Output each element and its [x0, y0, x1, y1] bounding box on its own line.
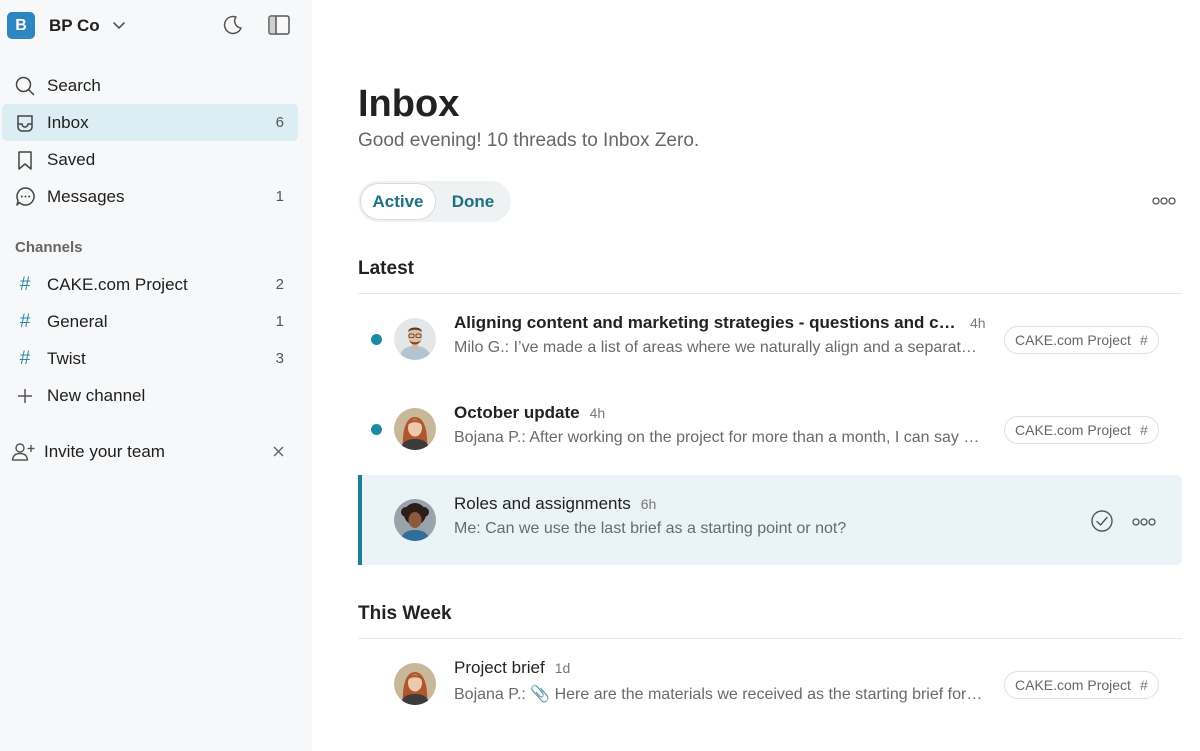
channel-tag[interactable]: CAKE.com Project # [1004, 416, 1159, 444]
nav-label: Search [47, 75, 101, 95]
thread-snippet: Milo G.: I’ve made a list of areas where… [454, 339, 984, 356]
tab-done[interactable]: Done [438, 184, 508, 219]
thread-title: Aligning content and marketing strategie… [454, 313, 960, 332]
nav-saved[interactable]: Saved [2, 141, 298, 178]
nav-count: 6 [275, 114, 284, 131]
nav-label: Inbox [47, 112, 89, 132]
hash-icon: # [1139, 422, 1148, 438]
channel-tag[interactable]: CAKE.com Project # [1004, 671, 1159, 699]
thread-row[interactable]: Project brief 1d Bojana P.: 📎 Here are t… [358, 639, 1182, 729]
thread-time: 6h [640, 496, 657, 512]
thread-row-selected[interactable]: Roles and assignments 6h Me: Can we use … [358, 475, 1182, 565]
hash-icon: # [1139, 677, 1148, 693]
avatar [394, 318, 436, 360]
channel-item-general[interactable]: # General 1 [2, 303, 298, 340]
channel-tag[interactable]: CAKE.com Project # [1004, 326, 1159, 354]
plus-icon [14, 385, 36, 407]
inbox-main: Inbox Good evening! 10 threads to Inbox … [312, 0, 1200, 751]
thread-title-row: Aligning content and marketing strategie… [454, 313, 986, 333]
check-circle-icon[interactable] [1090, 509, 1114, 533]
chevron-down-icon [112, 21, 126, 30]
close-icon[interactable] [260, 446, 296, 457]
hash-icon: # [19, 310, 31, 332]
channel-tag-label: CAKE.com Project [1015, 422, 1131, 438]
thread-title: Roles and assignments [454, 494, 631, 513]
nav-count: 1 [275, 188, 284, 205]
unread-dot [371, 334, 382, 345]
invite-label: Invite your team [44, 441, 165, 461]
moon-icon[interactable] [221, 13, 245, 37]
thread-row[interactable]: October update 4h Bojana P.: After worki… [358, 384, 1182, 474]
add-user-icon [11, 441, 35, 463]
group-header-this-week: This Week [358, 603, 452, 624]
thread-snippet: Bojana P.: After working on the project … [454, 429, 984, 446]
more-options-icon[interactable] [1152, 193, 1176, 209]
channel-label: General [47, 311, 108, 331]
nav-label: Messages [47, 186, 125, 206]
channel-count: 1 [275, 313, 284, 330]
new-channel-label: New channel [47, 385, 146, 405]
channel-item-cake[interactable]: # CAKE.com Project 2 [2, 266, 298, 303]
thread-time: 4h [589, 405, 606, 421]
avatar [394, 408, 436, 450]
page-title: Inbox [358, 83, 460, 125]
nav-search[interactable]: Search [2, 67, 298, 104]
channel-label: Twist [47, 348, 86, 368]
hash-icon: # [19, 347, 31, 369]
channel-count: 3 [275, 350, 284, 367]
thread-time: 1d [554, 660, 571, 676]
page-subtitle: Good evening! 10 threads to Inbox Zero. [358, 130, 700, 151]
workspace-switcher[interactable]: B BP Co [7, 12, 126, 39]
group-header-latest: Latest [358, 258, 414, 279]
bookmark-icon [14, 149, 36, 171]
channels-header[interactable]: Channels [15, 239, 83, 256]
chat-bubble-icon [14, 186, 36, 208]
channel-tag-label: CAKE.com Project [1015, 332, 1131, 348]
sidebar-toggle-icon[interactable] [267, 13, 291, 37]
thread-title: October update [454, 403, 580, 422]
channel-count: 2 [275, 276, 284, 293]
channel-item-twist[interactable]: # Twist 3 [2, 340, 298, 377]
inbox-icon [14, 112, 36, 134]
workspace-name: BP Co [49, 15, 100, 35]
tab-active[interactable]: Active [361, 184, 435, 219]
avatar [394, 499, 436, 541]
nav-label: Saved [47, 149, 96, 169]
avatar [394, 663, 436, 705]
invite-team-button[interactable]: Invite your team [0, 433, 296, 470]
hash-icon: # [19, 273, 31, 295]
thread-title-row: Roles and assignments 6h [454, 494, 656, 514]
thread-time: 4h [970, 315, 986, 331]
thread-snippet: Me: Can we use the last brief as a start… [454, 520, 847, 537]
channel-label: CAKE.com Project [47, 274, 188, 294]
sidebar: B BP Co Search Inbox 6 Saved Messages 1 … [0, 0, 312, 751]
nav-messages[interactable]: Messages 1 [2, 178, 298, 215]
thread-snippet: Bojana P.: 📎 Here are the materials we r… [454, 686, 984, 703]
nav-inbox[interactable]: Inbox 6 [2, 104, 298, 141]
channel-tag-label: CAKE.com Project [1015, 677, 1131, 693]
thread-title-row: October update 4h [454, 403, 605, 423]
unread-dot [371, 424, 382, 435]
workspace-avatar: B [7, 12, 35, 39]
thread-title: Project brief [454, 658, 545, 677]
new-channel-button[interactable]: New channel [2, 377, 298, 414]
search-icon [14, 75, 36, 97]
hash-icon: # [1139, 332, 1148, 348]
inbox-filter-toggle: Active Done [358, 181, 511, 222]
thread-title-row: Project brief 1d [454, 658, 570, 678]
more-options-icon[interactable] [1132, 513, 1156, 529]
thread-row[interactable]: Aligning content and marketing strategie… [358, 294, 1182, 384]
